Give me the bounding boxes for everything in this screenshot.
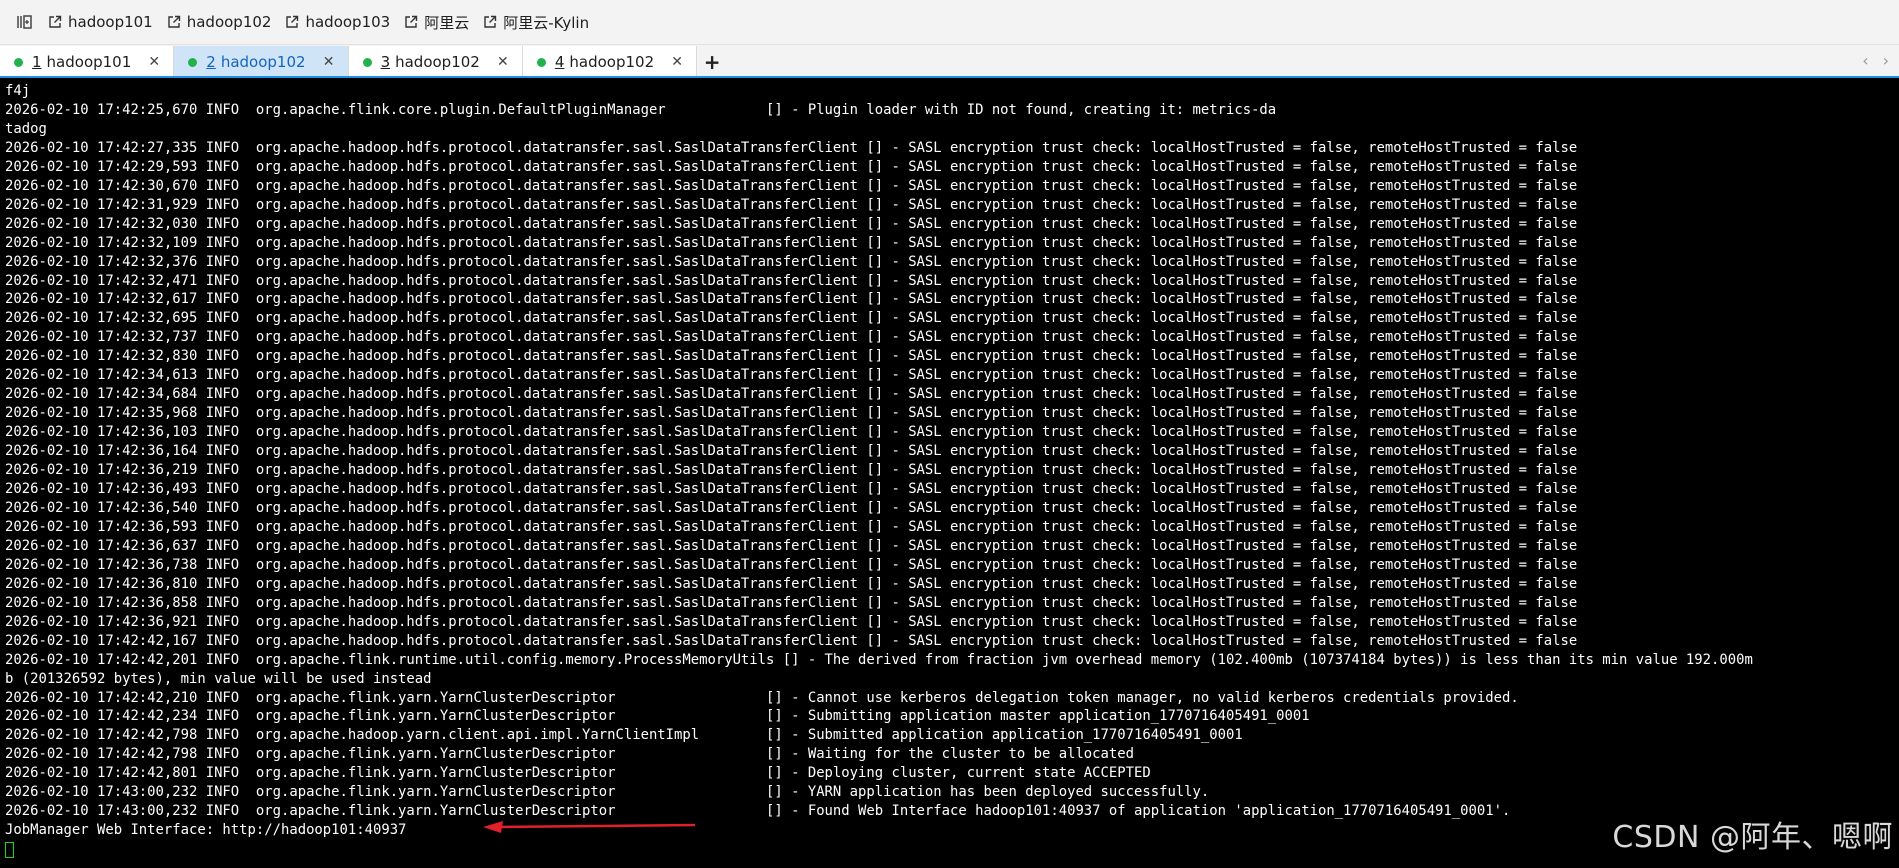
terminal-line: 2026-02-10 17:42:36,593 INFO org.apache.… <box>5 518 1578 535</box>
terminal-line: 2026-02-10 17:42:36,921 INFO org.apache.… <box>5 613 1578 630</box>
terminal-line: 2026-02-10 17:42:42,210 INFO org.apache.… <box>5 689 1519 706</box>
terminal-line: 2026-02-10 17:42:35,968 INFO org.apache.… <box>5 405 1578 422</box>
terminal-line: 2026-02-10 17:42:30,670 INFO org.apache.… <box>5 177 1578 194</box>
terminal-line: 2026-02-10 17:42:36,637 INFO org.apache.… <box>5 537 1578 554</box>
bookmark-label: hadoop103 <box>305 13 391 31</box>
terminal-line: 2026-02-10 17:42:42,798 INFO org.apache.… <box>5 746 1134 763</box>
bookmark-hadoop101[interactable]: hadoop101 <box>48 13 153 31</box>
bookmark-hadoop102[interactable]: hadoop102 <box>167 13 272 31</box>
terminal-line: 2026-02-10 17:42:34,684 INFO org.apache.… <box>5 386 1578 403</box>
terminal-line: 2026-02-10 17:42:25,670 INFO org.apache.… <box>5 101 1277 118</box>
csdn-watermark: CSDN @阿年、嗯啊 <box>1612 820 1893 855</box>
tab-session-2[interactable]: 2 hadoop102 ✕ <box>174 46 349 78</box>
session-tab-strip: 1 hadoop101 ✕ 2 hadoop102 ✕ 3 hadoop102 … <box>0 44 1899 78</box>
tab-label: hadoop102 <box>569 53 655 71</box>
connected-status-icon <box>188 57 198 67</box>
connected-status-icon <box>14 57 23 67</box>
close-icon[interactable]: ✕ <box>320 53 338 71</box>
terminal-cursor <box>5 842 14 859</box>
terminal-line: 2026-02-10 17:42:42,234 INFO org.apache.… <box>5 708 1310 725</box>
bookmark-hadoop103[interactable]: hadoop103 <box>285 13 390 31</box>
tab-scroll-controls: ‹ › <box>1862 51 1889 70</box>
tab-label: hadoop102 <box>395 53 480 71</box>
bookmark-aliyun-kylin[interactable]: 阿里云-Kylin <box>483 12 589 33</box>
terminal-line: 2026-02-10 17:42:36,540 INFO org.apache.… <box>5 499 1578 516</box>
terminal-line: 2026-02-10 17:42:36,103 INFO org.apache.… <box>5 424 1578 441</box>
external-link-icon <box>405 15 418 28</box>
terminal-line: tadog <box>5 120 47 137</box>
terminal-line: 2026-02-10 17:42:31,929 INFO org.apache.… <box>5 196 1578 213</box>
terminal-line: 2026-02-10 17:42:42,167 INFO org.apache.… <box>5 632 1578 649</box>
terminal-output[interactable]: f4j 2026-02-10 17:42:25,670 INFO org.apa… <box>0 78 1899 868</box>
external-link-icon <box>168 15 180 28</box>
terminal-line: 2026-02-10 17:43:00,232 INFO org.apache.… <box>5 784 1210 801</box>
bookmark-label: 阿里云-Kylin <box>503 13 590 32</box>
tab-number: 4 <box>554 53 565 71</box>
terminal-line: 2026-02-10 17:42:36,164 INFO org.apache.… <box>5 443 1578 460</box>
terminal-line: 2026-02-10 17:42:32,830 INFO org.apache.… <box>5 348 1578 365</box>
connected-status-icon <box>536 57 546 67</box>
bookmark-menu-icon[interactable] <box>14 11 36 33</box>
terminal-line: 2026-02-10 17:42:34,613 INFO org.apache.… <box>5 367 1578 384</box>
bookmark-label: 阿里云 <box>424 13 470 32</box>
tab-label: hadoop101 <box>46 53 132 71</box>
chevron-left-icon[interactable]: ‹ <box>1862 51 1868 70</box>
add-tab-button[interactable]: + <box>697 46 727 78</box>
tab-number: 1 <box>32 53 42 71</box>
terminal-line: 2026-02-10 17:42:36,810 INFO org.apache.… <box>5 575 1578 592</box>
tab-number: 2 <box>206 53 216 71</box>
tab-session-4[interactable]: 4 hadoop102 ✕ <box>522 46 698 78</box>
close-icon[interactable]: ✕ <box>494 53 512 71</box>
terminal-line: 2026-02-10 17:42:32,737 INFO org.apache.… <box>5 329 1578 346</box>
terminal-line: 2026-02-10 17:42:36,738 INFO org.apache.… <box>5 556 1578 573</box>
bookmark-label: hadoop102 <box>186 13 272 31</box>
external-link-icon <box>286 15 299 28</box>
tab-session-3[interactable]: 3 hadoop102 ✕ <box>348 46 523 78</box>
close-icon[interactable]: ✕ <box>668 53 686 71</box>
terminal-line: 2026-02-10 17:42:32,617 INFO org.apache.… <box>5 291 1578 308</box>
bookmark-aliyun[interactable]: 阿里云 <box>404 12 469 33</box>
close-icon[interactable]: ✕ <box>145 53 163 71</box>
bookmark-label: hadoop101 <box>68 13 153 31</box>
terminal-line: 2026-02-10 17:42:32,695 INFO org.apache.… <box>5 310 1578 327</box>
connected-status-icon <box>362 57 372 67</box>
terminal-line: 2026-02-10 17:42:36,858 INFO org.apache.… <box>5 594 1578 611</box>
bookmark-bar: hadoop101 hadoop102 hadoop103 阿里云 阿里云-Ky… <box>0 0 1899 44</box>
terminal-line: 2026-02-10 17:42:32,109 INFO org.apache.… <box>5 234 1578 251</box>
terminal-line: 2026-02-10 17:42:42,801 INFO org.apache.… <box>5 765 1151 782</box>
tab-number: 3 <box>380 53 391 71</box>
external-link-icon <box>484 15 497 28</box>
terminal-line: b (201326592 bytes), min value will be u… <box>5 670 432 687</box>
terminal-line: 2026-02-10 17:42:42,798 INFO org.apache.… <box>5 727 1243 744</box>
terminal-line: f4j <box>5 83 31 99</box>
terminal-line: 2026-02-10 17:42:27,335 INFO org.apache.… <box>5 139 1578 156</box>
external-link-icon <box>49 15 62 28</box>
terminal-line: 2026-02-10 17:42:36,493 INFO org.apache.… <box>5 481 1578 498</box>
terminal-line: 2026-02-10 17:42:29,593 INFO org.apache.… <box>5 158 1578 175</box>
terminal-line: 2026-02-10 17:42:32,471 INFO org.apache.… <box>5 272 1578 289</box>
terminal-line: 2026-02-10 17:42:36,219 INFO org.apache.… <box>5 462 1578 479</box>
tab-session-1[interactable]: 1 hadoop101 ✕ <box>0 46 175 78</box>
terminal-line: 2026-02-10 17:42:32,030 INFO org.apache.… <box>5 215 1578 232</box>
chevron-right-icon[interactable]: › <box>1883 51 1889 70</box>
annotation-arrow-icon <box>483 821 696 833</box>
terminal-line: 2026-02-10 17:42:32,376 INFO org.apache.… <box>5 253 1578 270</box>
terminal-line: 2026-02-10 17:42:42,201 INFO org.apache.… <box>5 651 1753 668</box>
tab-label: hadoop102 <box>220 53 306 71</box>
